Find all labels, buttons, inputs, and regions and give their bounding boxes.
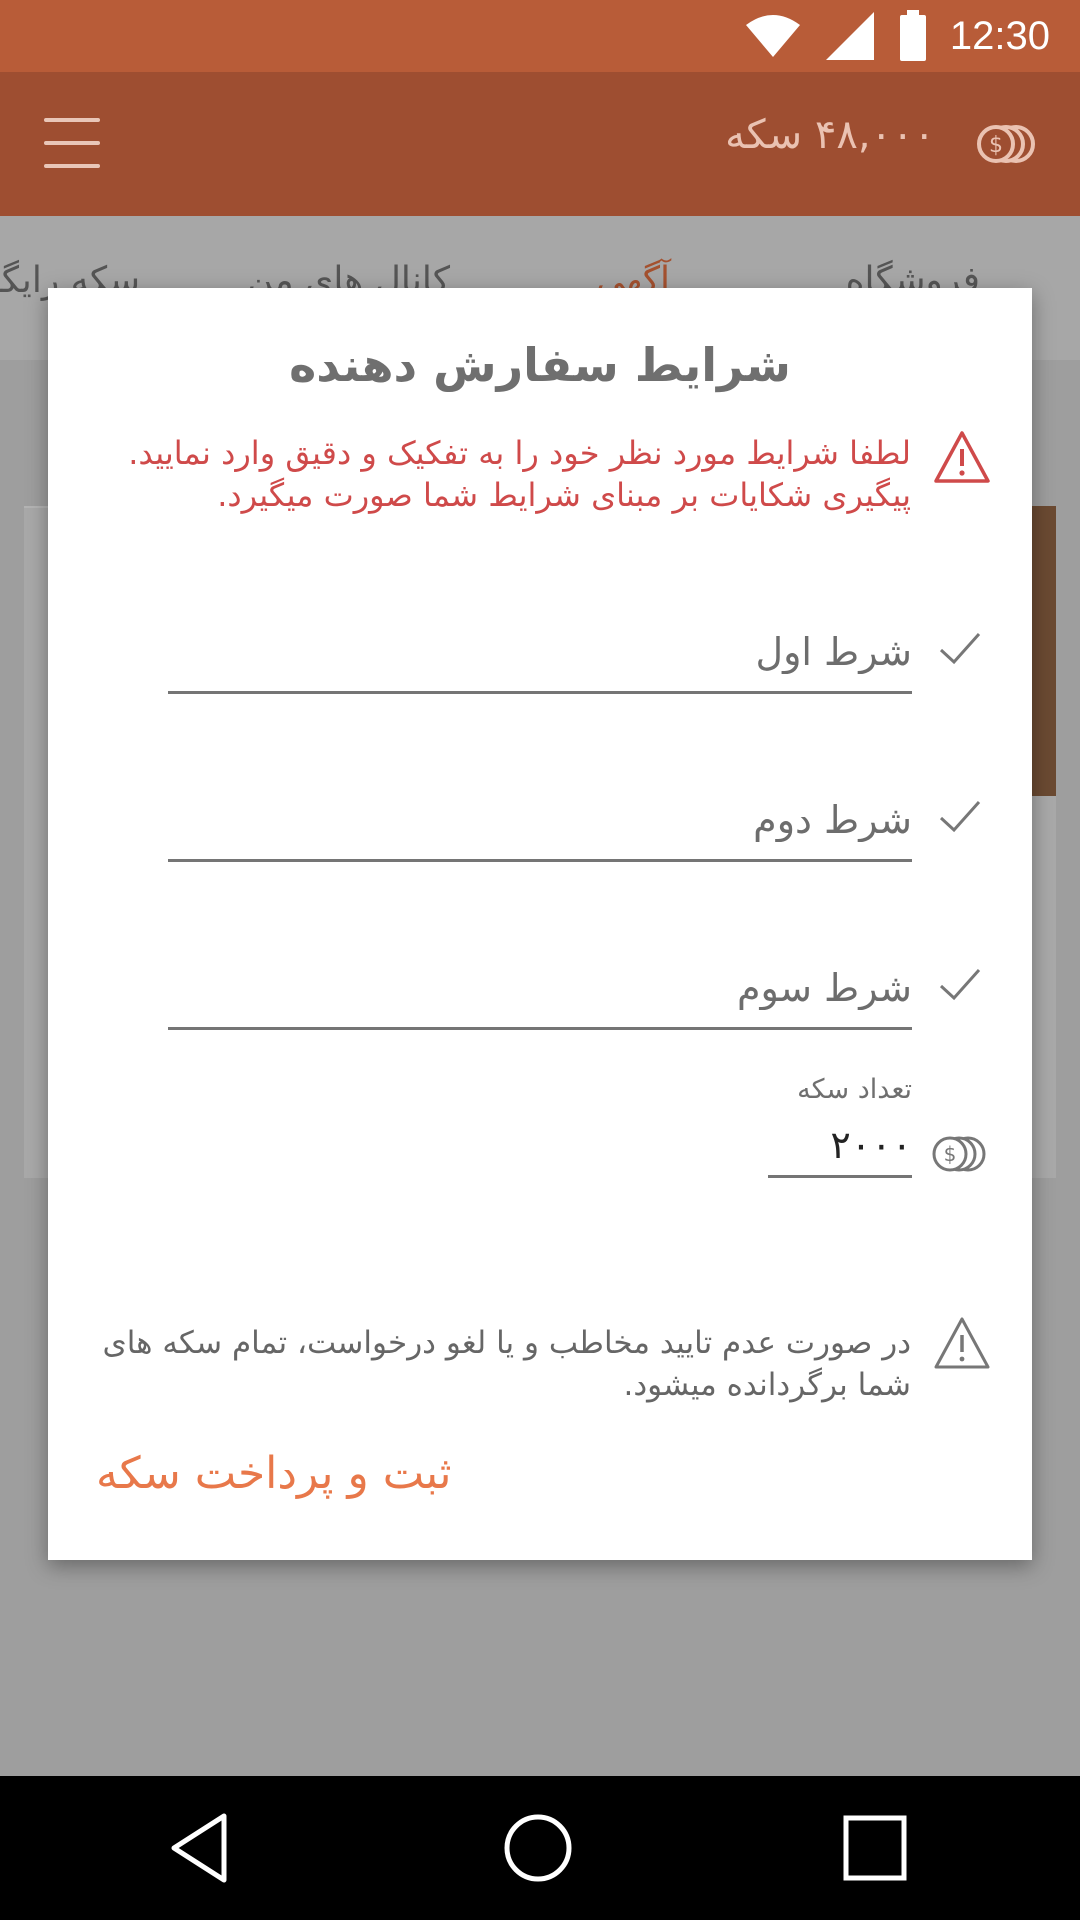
signal-icon: [825, 12, 874, 60]
back-icon[interactable]: [168, 1812, 230, 1884]
home-icon[interactable]: [502, 1812, 574, 1884]
check-icon: [939, 801, 981, 833]
condition-2-input[interactable]: [168, 782, 912, 858]
coin-icon: $: [932, 1136, 986, 1172]
warning-icon: [934, 1317, 990, 1369]
refund-notice: در صورت عدم تایید مخاطب و یا لغو درخواست…: [102, 1325, 911, 1403]
app-bar: ۴۸,۰۰۰ سکه $: [0, 72, 1080, 216]
navigation-bar: [0, 1776, 1080, 1920]
submit-and-pay-button[interactable]: ثبت و پرداخت سکه: [96, 1438, 451, 1508]
dialog-title: شرایط سفارش دهنده: [289, 338, 791, 392]
coin-balance: ۴۸,۰۰۰ سکه: [725, 112, 935, 158]
status-time: 12:30: [949, 13, 1050, 58]
condition-1-input[interactable]: [168, 614, 912, 690]
condition-2-field: [168, 782, 912, 862]
coin-count-field: [768, 1116, 912, 1178]
check-icon: [939, 969, 981, 1001]
order-conditions-dialog: شرایط سفارش دهنده لطفا شرایط مورد نظر خو…: [48, 288, 1032, 1560]
coin-count-label: تعداد سکه: [797, 1074, 912, 1105]
condition-3-field: [168, 950, 912, 1030]
check-icon: [939, 633, 981, 665]
svg-text:$: $: [944, 1142, 957, 1166]
menu-icon[interactable]: [44, 118, 100, 168]
status-bar: 12:30: [0, 0, 1080, 72]
svg-text:$: $: [989, 133, 1003, 158]
battery-icon: [899, 10, 926, 61]
recents-icon[interactable]: [842, 1812, 908, 1884]
warning-icon: [934, 431, 990, 483]
warning-message: لطفا شرایط مورد نظر خود را به تفکیک و دق…: [128, 434, 911, 514]
coin-count-input[interactable]: [768, 1116, 912, 1174]
wifi-icon: [745, 15, 800, 57]
coin-icon: $: [977, 125, 1035, 163]
condition-3-input[interactable]: [168, 950, 912, 1026]
condition-1-field: [168, 614, 912, 694]
